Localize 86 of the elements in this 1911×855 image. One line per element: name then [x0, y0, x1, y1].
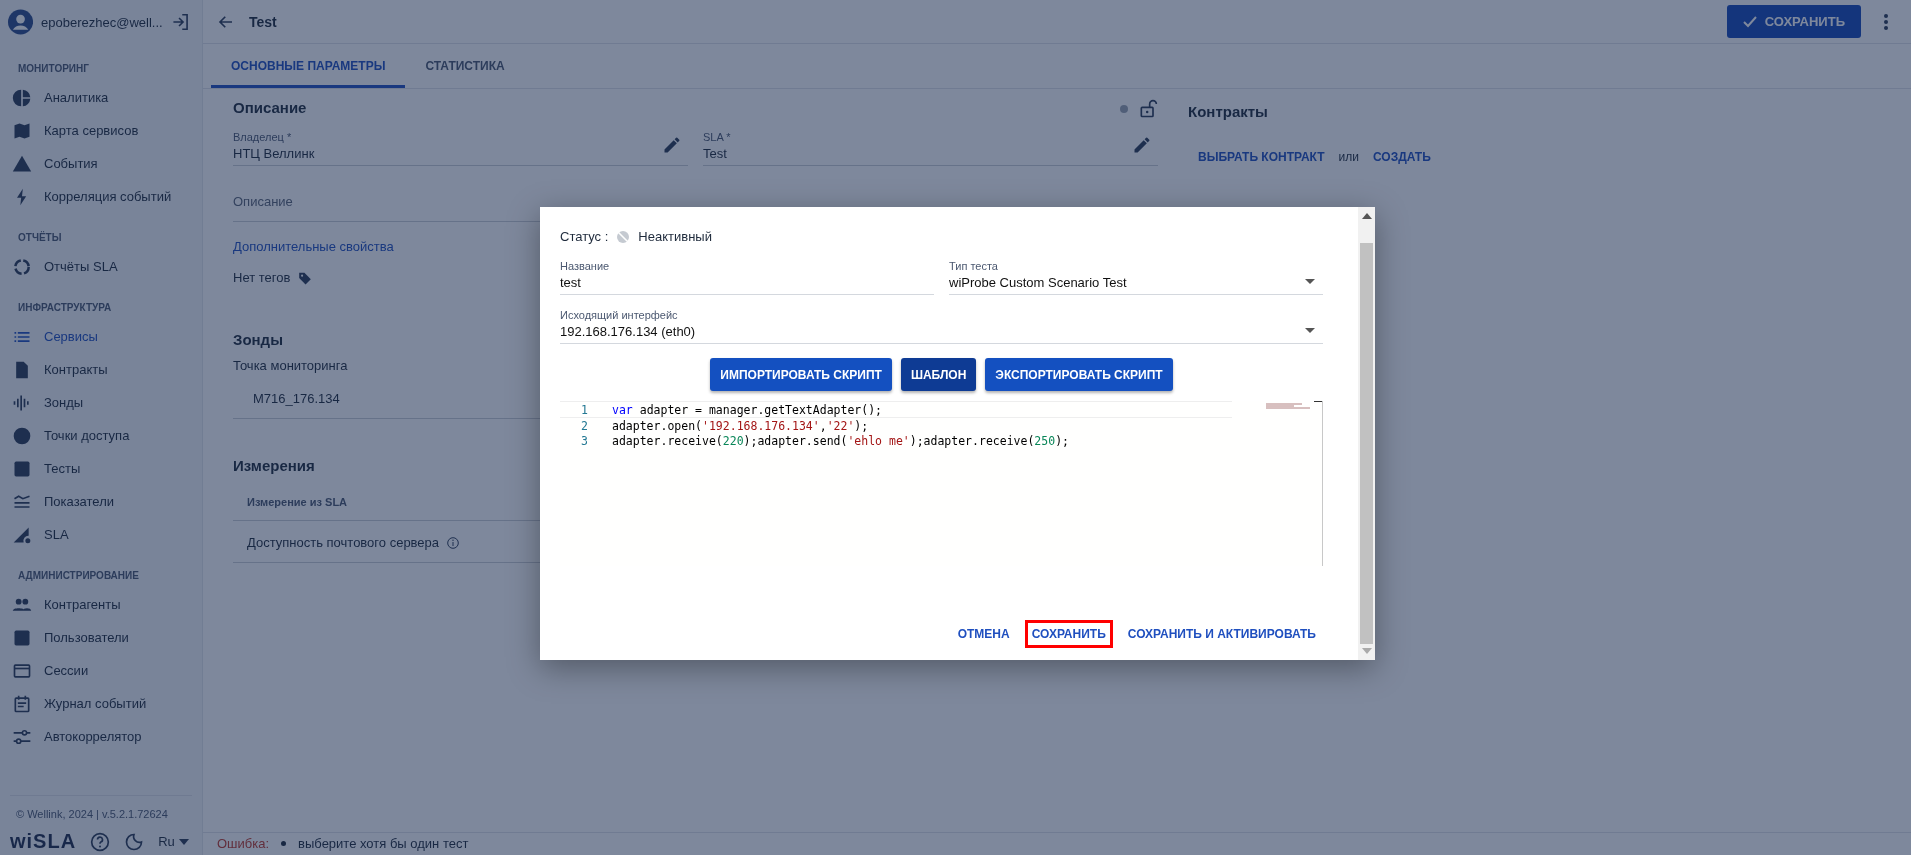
caret-icon[interactable]	[1305, 328, 1315, 333]
nav-item[interactable]: Тесты	[0, 452, 202, 485]
avatar-icon	[8, 9, 34, 35]
table-cell: Доступность почтового сервера	[247, 535, 440, 550]
additional-properties-link[interactable]: Дополнительные свойства	[233, 239, 394, 254]
error-message: выберите хотя бы один тест	[298, 836, 469, 851]
nav-item[interactable]: Зонды	[0, 386, 202, 419]
moon-icon[interactable]	[124, 831, 145, 852]
nav-item[interactable]: Показатели	[0, 485, 202, 518]
script-button[interactable]: ИМПОРТИРОВАТЬ СКРИПТ	[710, 358, 892, 391]
tags-text: Нет тегов	[233, 270, 291, 285]
section-heading: Контракты	[1188, 103, 1269, 120]
nav-item[interactable]: События	[0, 147, 202, 180]
user-email: epoberezhec@well...	[41, 14, 163, 30]
probe-label: Точка мониторинга	[233, 358, 348, 373]
nav-item[interactable]: Автокоррелятор	[0, 720, 202, 753]
caret-icon[interactable]	[1305, 279, 1315, 284]
help-icon[interactable]	[90, 831, 111, 852]
scroll-up-icon[interactable]	[1361, 213, 1372, 219]
interface-select[interactable]: Исходящий интерфейс 192.168.176.134 (eth0)	[560, 303, 1323, 344]
code-editor[interactable]: 1 var adapter = manager.getTextAdapter(); 2 adapter.open('192.168.176.134','22'); 3 adapter.receive(220);adapter.send('ehlo me');adapter.receive(250);	[560, 401, 1323, 566]
nav-item[interactable]: Аналитика	[0, 81, 202, 114]
inactive-icon	[616, 229, 631, 244]
scroll-down-icon[interactable]	[1361, 648, 1372, 654]
ring-icon	[12, 256, 32, 277]
section-title: АДМИНИСТРИРОВАНИЕ	[17, 569, 140, 583]
line-number: 2	[580, 418, 588, 433]
version-text: © Wellink, 2024 | v.5.2.1.72624	[15, 807, 169, 822]
test-type-select[interactable]: Тип теста wiProbe Custom Scenario Test	[949, 254, 1323, 295]
nav-item[interactable]: Сессии	[0, 654, 202, 687]
nav-item[interactable]: Журнал событий	[0, 687, 202, 720]
dialog-action-button[interactable]: ОТМЕНА	[950, 620, 1017, 648]
line-number: 1	[580, 402, 588, 417]
name-field[interactable]: Название test	[560, 254, 934, 295]
nav-item[interactable]: Сервисы	[0, 320, 202, 353]
text-field[interactable]: Владелец * НТЦ Веллинк	[233, 127, 688, 166]
code-line: adapter.open('192.168.176.134','22');	[612, 418, 869, 433]
nav-item[interactable]: SLA	[0, 518, 202, 551]
nav-item[interactable]: Корреляция событий	[0, 180, 202, 213]
tag-icon[interactable]	[298, 270, 313, 285]
pie-icon	[12, 87, 32, 108]
code-line: var adapter = manager.getTextAdapter();	[612, 402, 883, 417]
pencil-icon[interactable]	[1132, 135, 1152, 155]
script-button[interactable]: ШАБЛОН	[900, 358, 977, 391]
section-title: ИНФРАСТРУКТУРА	[17, 301, 113, 315]
logo: wiSLA	[10, 830, 77, 853]
nav-item[interactable]: Отчёты SLA	[0, 250, 202, 283]
section-title: ОТЧЁТЫ	[17, 230, 63, 245]
line-number: 3	[580, 433, 588, 448]
section-heading: Измерения	[233, 457, 315, 474]
nav-item[interactable]: Контракты	[0, 353, 202, 386]
logout-icon[interactable]	[170, 12, 190, 32]
status-value: Неактивный	[638, 229, 712, 244]
code-line: adapter.receive(220);adapter.send('ehlo me');adapter.receive(250);	[612, 433, 1069, 448]
or-text: или	[1338, 150, 1359, 164]
dialog-action-button[interactable]: СОХРАНИТЬ И АКТИВИРОВАТЬ	[1120, 620, 1323, 648]
section-heading: Описание	[233, 99, 307, 116]
create-link[interactable]: СОЗДАТЬ	[1373, 150, 1431, 164]
minimap-drawing	[1266, 403, 1310, 411]
nav-item[interactable]: Пользователи	[0, 621, 202, 654]
nav-item[interactable]: Точки доступа	[0, 419, 202, 452]
save-button[interactable]: СОХРАНИТЬ	[1726, 5, 1861, 38]
page-title: Test	[249, 13, 277, 30]
text-field[interactable]: SLA * Test	[703, 127, 1158, 166]
script-button[interactable]: ЭКСПОРТИРОВАТЬ СКРИПТ	[985, 358, 1173, 391]
nav-item[interactable]: Карта сервисов	[0, 114, 202, 147]
caret-icon[interactable]	[178, 838, 189, 845]
tab[interactable]: СТАТИСТИКА	[405, 44, 525, 88]
section-title: МОНИТОРИНГ	[17, 62, 90, 76]
info-icon[interactable]	[447, 536, 460, 549]
scrollbar[interactable]	[1358, 207, 1375, 660]
more-icon[interactable]	[1883, 12, 1889, 31]
dialog-action-button[interactable]: СОХРАНИТЬ	[1024, 620, 1113, 648]
check-icon[interactable]	[1742, 15, 1757, 28]
section-heading: Зонды	[233, 331, 283, 348]
tab[interactable]: ОСНОВНЫЕ ПАРАМЕТРЫ	[211, 44, 406, 88]
dot-icon	[12, 425, 32, 446]
calendar-icon	[12, 693, 32, 714]
language-select[interactable]: Ru	[158, 834, 189, 849]
pencil-icon[interactable]	[662, 135, 682, 155]
select-contract-link[interactable]: ВЫБРАТЬ КОНТРАКТ	[1198, 150, 1325, 164]
status-label: Статус :	[560, 229, 609, 244]
nav-item[interactable]: Контрагенты	[0, 588, 202, 621]
error-label: Ошибка:	[217, 836, 270, 851]
status-dot-icon	[1120, 105, 1128, 113]
unlock-icon[interactable]	[1138, 99, 1158, 119]
